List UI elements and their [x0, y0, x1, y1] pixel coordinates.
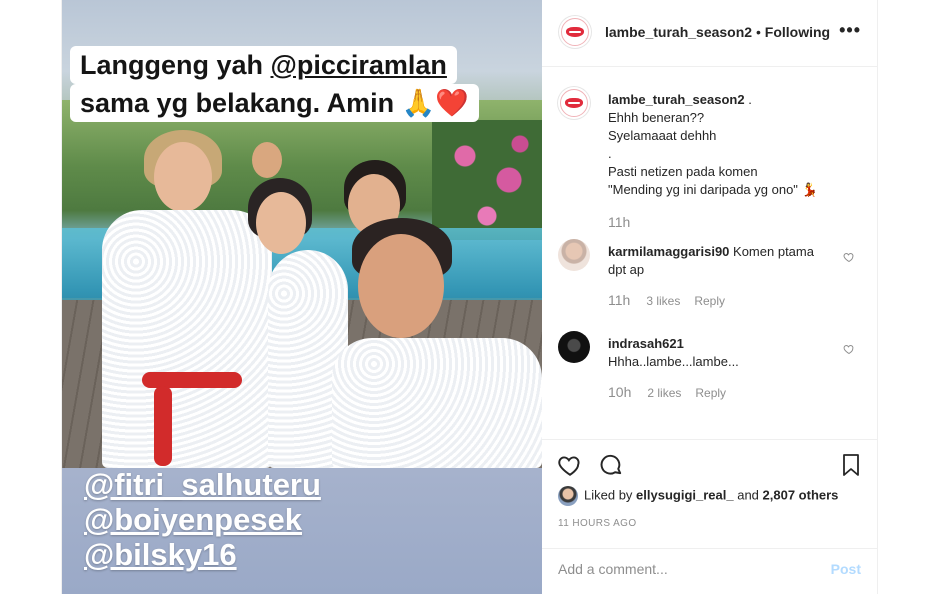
caption-line: Pasti netizen pada komen [608, 164, 758, 179]
story-caption-mention: @picciramlan [270, 50, 447, 80]
instagram-post: Langgeng yah @picciramlan sama yg belaka… [61, 0, 878, 594]
person-face [358, 234, 444, 338]
caption-body: lambe_turah_season2 . Ehhh beneran?? Sye… [608, 91, 828, 199]
header-username[interactable]: lambe_turah_season2 [605, 24, 752, 40]
comment-likes[interactable]: 2 likes [647, 386, 681, 400]
heart-icon[interactable] [557, 452, 583, 478]
person-blouse [102, 210, 272, 468]
person-face [256, 192, 306, 254]
person-face [252, 142, 282, 178]
heart-icon[interactable] [843, 343, 855, 355]
follow-status-button[interactable]: Following [765, 24, 830, 40]
comment-time[interactable]: 11h [608, 292, 630, 308]
story-mention: @bilsky16 [84, 537, 237, 572]
reply-button[interactable]: Reply [695, 386, 726, 400]
story-caption-line1: Langgeng yah @picciramlan [70, 46, 457, 84]
comment-body: karmilamaggarisi90 Komen ptama dpt ap [608, 243, 828, 279]
post-side-panel: lambe_turah_season2 • Following ••• lamb… [542, 0, 877, 594]
story-mention: @boiyenpesek [84, 502, 303, 537]
lips-logo-icon [565, 98, 583, 108]
liker-avatar[interactable] [558, 486, 578, 506]
lips-logo-icon [566, 27, 584, 37]
avatar[interactable] [559, 16, 591, 48]
liker-username[interactable]: ellysugigi_real_ [636, 487, 734, 502]
avatar[interactable] [558, 239, 590, 271]
caption-line: "Mending yg ini daripada yg ono" 💃 [608, 182, 818, 197]
add-comment-bar: Add a comment... Post [542, 548, 877, 589]
comment-meta: 10h 2 likes Reply [608, 383, 740, 402]
comment-time[interactable]: 10h [608, 384, 631, 400]
avatar[interactable] [558, 331, 590, 363]
more-options-icon[interactable]: ••• [839, 20, 861, 41]
post-comment-button[interactable]: Post [831, 561, 861, 577]
post-media[interactable]: Langgeng yah @picciramlan sama yg belaka… [62, 0, 542, 594]
comment-body: indrasah621 Hhha..lambe...lambe... [608, 335, 828, 371]
post-timestamp[interactable]: 11 HOURS AGO [558, 518, 637, 529]
comment-item: karmilamaggarisi90 Komen ptama dpt ap 11… [558, 239, 863, 309]
comment-username[interactable]: karmilamaggarisi90 [608, 244, 729, 259]
header-separator: • [752, 24, 765, 40]
caption-username[interactable]: lambe_turah_season2 [608, 92, 745, 107]
post-header: lambe_turah_season2 • Following ••• [542, 0, 877, 67]
person-blouse [332, 338, 542, 468]
red-sash-tail [154, 386, 172, 466]
comment-icon[interactable] [598, 452, 624, 478]
reply-button[interactable]: Reply [694, 294, 725, 308]
avatar[interactable] [558, 87, 590, 119]
caption-line: . [608, 146, 612, 161]
story-caption-line2: sama yg belakang. Amin 🙏❤️ [70, 84, 479, 122]
comment-input[interactable]: Add a comment... [558, 561, 668, 577]
caption-line: Ehhh beneran?? [608, 110, 705, 125]
header-user: lambe_turah_season2 • Following [605, 24, 830, 40]
flowers-decoration [432, 120, 542, 240]
caption-meta: 11h [608, 213, 646, 232]
person-face [154, 142, 212, 212]
likes-count[interactable]: 2,807 others [763, 487, 839, 502]
comment-text: Hhha..lambe...lambe... [608, 354, 739, 369]
caption-line: . [744, 92, 752, 107]
caption-time[interactable]: 11h [608, 214, 630, 230]
likes-middle: and [733, 487, 763, 503]
red-sash [142, 372, 242, 388]
comment-item: indrasah621 Hhha..lambe...lambe... 10h 2 … [558, 331, 863, 401]
caption-line: Syelamaaat dehhh [608, 128, 717, 143]
story-caption-text: Langgeng yah [80, 50, 271, 80]
heart-icon[interactable] [843, 251, 855, 263]
likes-summary: Liked by ellysugigi_real_ and 2,807 othe… [558, 486, 838, 506]
comment-username[interactable]: indrasah621 [608, 336, 684, 351]
comment-meta: 11h 3 likes Reply [608, 291, 739, 310]
story-mention: @fitri_salhuteru [84, 467, 321, 502]
post-actions: Liked by ellysugigi_real_ and 2,807 othe… [542, 439, 877, 588]
bookmark-icon[interactable] [839, 452, 863, 478]
likes-prefix: Liked by [584, 487, 637, 503]
comments-list[interactable]: lambe_turah_season2 . Ehhh beneran?? Sye… [542, 67, 877, 439]
comment-likes[interactable]: 3 likes [646, 294, 680, 308]
photo-scene [62, 100, 542, 468]
